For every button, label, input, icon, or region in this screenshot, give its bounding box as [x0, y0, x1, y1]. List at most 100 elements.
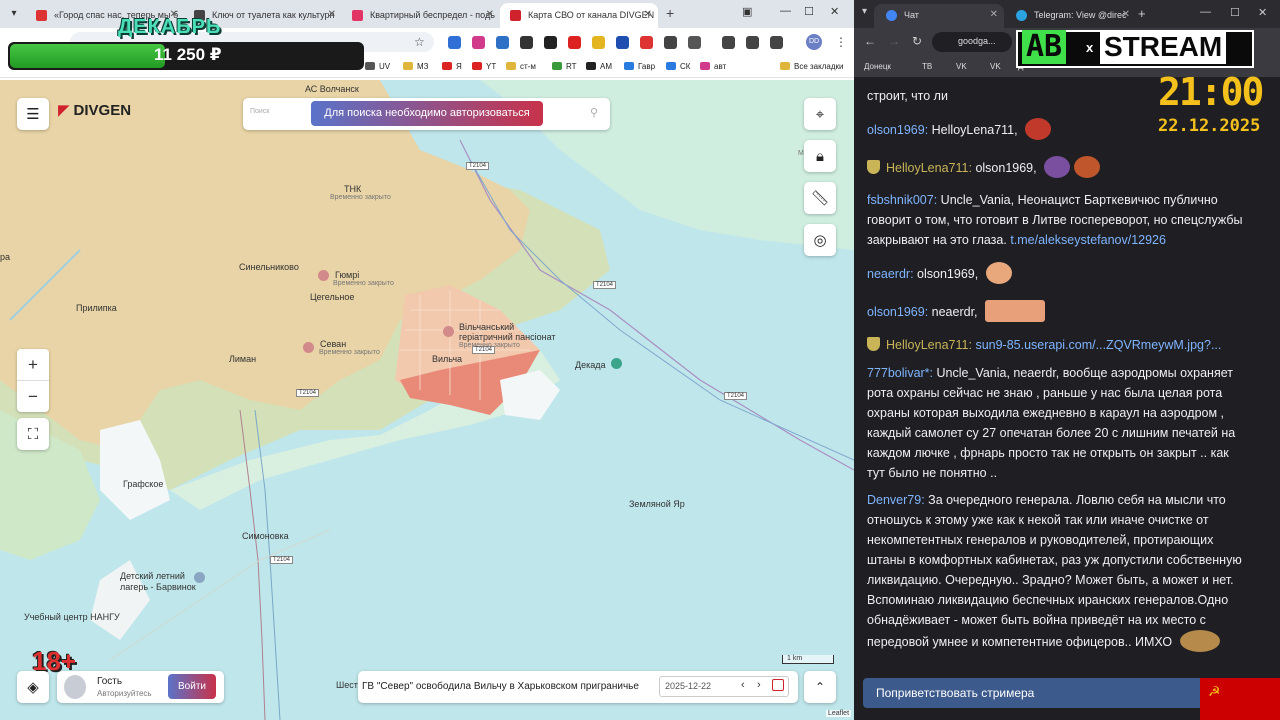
chat-username[interactable]: HelloyLena711: [886, 338, 972, 352]
window-close-icon[interactable]: ✕ [830, 5, 839, 18]
chat-username[interactable]: fsbshnik007: [867, 193, 937, 207]
forward-icon[interactable]: → [888, 34, 900, 48]
chevron-up-icon[interactable]: ⌃ [804, 671, 836, 703]
close-icon[interactable]: ✕ [1122, 9, 1130, 20]
message-text: Uncle_Vania, neaerdr, вообще аэродромы о… [867, 366, 1236, 480]
tab-telegram[interactable]: Telegram: View @direc ✕ [1004, 4, 1136, 28]
bookmark[interactable]: авт [700, 62, 726, 71]
close-icon[interactable]: ✕ [990, 9, 998, 20]
tab-4-active[interactable]: Карта СВО от канала DIVGEN ✕ [500, 3, 658, 28]
tab-search-icon[interactable]: ▾ [862, 6, 867, 17]
poi-marker[interactable] [303, 342, 314, 353]
fireworks-emote-icon [1044, 156, 1071, 178]
tab-search-icon[interactable]: ▾ [6, 6, 22, 22]
bookmark[interactable]: СК [666, 62, 690, 71]
fullscreen-icon[interactable]: ⛶ [17, 418, 49, 450]
map-label: Симоновка [242, 531, 289, 541]
map-canvas[interactable]: АС Волчанск ТНК Временно закрыто Синельн… [0, 80, 854, 720]
address-bar[interactable]: goodga... [932, 32, 1012, 52]
bookmark[interactable]: VK [956, 62, 967, 71]
chat-username[interactable]: 777bolivar*: [867, 366, 933, 380]
extension-icon[interactable] [472, 36, 485, 49]
chat-username[interactable]: Denver79: [867, 493, 925, 507]
location-pin-icon[interactable]: ⌖ [804, 98, 836, 130]
close-icon[interactable]: ✕ [486, 9, 494, 20]
tab-favicon [886, 10, 897, 21]
ruler-icon[interactable]: 📏︎ [804, 182, 836, 214]
menu-icon[interactable]: ⋮ [835, 35, 847, 49]
prev-date-icon[interactable]: ‹ [741, 679, 745, 691]
extension-icon[interactable] [496, 36, 509, 49]
zoom-in-button[interactable]: + [17, 349, 49, 380]
login-button[interactable]: Войти [168, 674, 216, 699]
message-link[interactable]: sun9-85.userapi.com/...ZQVRmeywM.jpg?... [975, 338, 1221, 352]
maximize-icon[interactable]: ☐ [1230, 6, 1240, 19]
poi-marker[interactable] [194, 572, 205, 583]
bookmark[interactable]: RT [552, 62, 577, 71]
extension-icon[interactable] [640, 36, 653, 49]
extension-icon[interactable] [448, 36, 461, 49]
bookmark[interactable]: ТВ [922, 62, 932, 71]
extension-icon[interactable] [616, 36, 629, 49]
map-label: Шест [336, 680, 358, 690]
extension-icon[interactable] [688, 36, 701, 49]
close-icon[interactable]: ✕ [644, 9, 652, 20]
tab-chat[interactable]: Чат ✕ [874, 4, 1004, 28]
calendar-icon[interactable] [772, 679, 784, 691]
tab-menu-icon[interactable]: ▣ [742, 5, 752, 18]
chat-username[interactable]: neaerdr: [867, 267, 914, 281]
hamburger-menu-icon[interactable]: ☰ [17, 98, 49, 130]
chat-username[interactable]: HelloyLena711: [886, 161, 972, 175]
message-link[interactable]: t.me/alekseystefanov/12926 [1010, 233, 1166, 247]
star-icon[interactable]: ☆ [414, 35, 425, 49]
map-label: Цегельное [310, 292, 355, 302]
next-date-icon[interactable]: › [757, 679, 761, 691]
road-label: T2104 [724, 392, 748, 400]
bookmark[interactable]: UV [365, 62, 390, 71]
map-label: Лиман [229, 354, 257, 364]
extension-icon[interactable] [722, 36, 735, 49]
new-tab-button[interactable]: + [666, 5, 674, 21]
back-icon[interactable]: ← [864, 34, 876, 48]
poi-marker[interactable] [611, 358, 622, 369]
profile-avatar[interactable]: DD [806, 34, 822, 50]
bookmark[interactable]: Гавр [624, 62, 655, 71]
new-tab-button[interactable]: + [1138, 6, 1146, 21]
poi-marker[interactable] [318, 270, 329, 281]
close-icon[interactable]: ✕ [328, 9, 336, 20]
maximize-icon[interactable]: ☐ [804, 5, 814, 18]
extension-icon[interactable] [664, 36, 677, 49]
extension-icon[interactable] [746, 36, 759, 49]
bookmark[interactable]: Донецк [864, 62, 891, 71]
chat-username[interactable]: olson1969: [867, 305, 928, 319]
chat-username[interactable]: olson1969: [867, 123, 928, 137]
extension-icon[interactable] [568, 36, 581, 49]
bookmark[interactable]: YT [472, 62, 496, 71]
bookmark[interactable]: AM [586, 62, 612, 71]
minimize-icon[interactable]: — [780, 5, 791, 17]
greet-streamer-button[interactable]: Поприветствовать стримера [863, 678, 1241, 708]
bookmark[interactable]: ст-м [506, 62, 536, 71]
map-attribution[interactable]: Leaflet [826, 710, 852, 717]
bookmark[interactable]: Я [442, 62, 462, 71]
zoom-out-button[interactable]: − [17, 380, 49, 411]
minimize-icon[interactable]: — [1200, 6, 1211, 18]
extension-icon[interactable] [592, 36, 605, 49]
extension-icon[interactable] [770, 36, 783, 49]
layers-icon[interactable]: ◈ [17, 671, 49, 703]
poi-marker[interactable] [443, 326, 454, 337]
window-close-icon[interactable]: ✕ [1258, 6, 1267, 19]
tab-3[interactable]: Квартирный беспредел - подь ✕ [342, 3, 500, 28]
auth-required-banner[interactable]: Для поиска необходимо авторизоваться [311, 101, 543, 126]
moderator-badge-icon [867, 160, 880, 174]
target-icon[interactable]: ◎ [804, 224, 836, 256]
news-headline[interactable]: ГВ "Север" освободила Вильчу в Харьковск… [362, 681, 639, 692]
bookmark[interactable]: VK [990, 62, 1001, 71]
bookmark[interactable]: МЗ [403, 62, 429, 71]
extension-icon[interactable] [520, 36, 533, 49]
lock-icon[interactable]: 🔒︎ [804, 140, 836, 172]
extension-icon[interactable] [544, 36, 557, 49]
reload-icon[interactable]: ↻ [912, 34, 922, 48]
search-icon[interactable]: ⚲ [590, 106, 598, 119]
all-bookmarks[interactable]: Все закладки [780, 62, 843, 71]
